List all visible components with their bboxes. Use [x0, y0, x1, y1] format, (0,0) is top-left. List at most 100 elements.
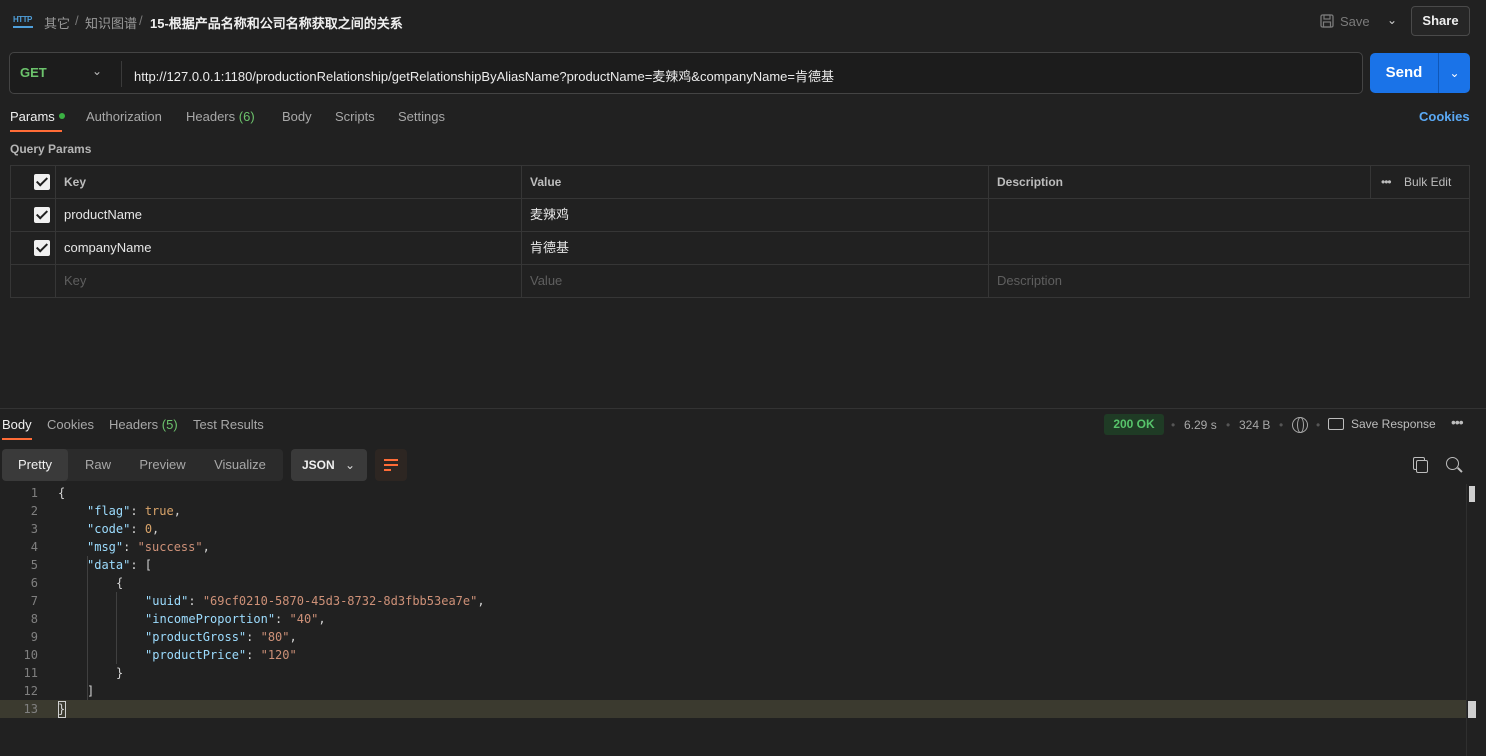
- code-text: "msg": "success",: [87, 540, 210, 554]
- bulk-edit-button[interactable]: ••• Bulk Edit: [1371, 166, 1451, 199]
- code-text: }: [116, 666, 124, 680]
- save-response-icon: [1328, 418, 1344, 430]
- response-divider[interactable]: [0, 408, 1486, 409]
- code-text: "code": 0,: [87, 522, 160, 536]
- url-input[interactable]: http://127.0.0.1:1180/productionRelation…: [134, 66, 834, 85]
- more-options-icon[interactable]: •••: [1451, 414, 1464, 430]
- save-response-label: Save Response: [1351, 417, 1436, 431]
- breadcrumb-separator: /: [139, 13, 143, 28]
- scrollbar-thumb[interactable]: [1469, 486, 1475, 502]
- table-header-row: Key Value Description ••• Bulk Edit: [11, 166, 1469, 199]
- send-button[interactable]: Send: [1370, 53, 1438, 93]
- line-number: 4: [30, 540, 38, 554]
- breadcrumb-item-knowledge-graph[interactable]: 知识图谱: [85, 13, 137, 32]
- code-line: 6{: [0, 574, 1466, 592]
- param-value[interactable]: 肯德基: [521, 232, 569, 265]
- breadcrumb-item-other[interactable]: 其它: [44, 13, 70, 32]
- chevron-down-icon[interactable]: ⌄: [92, 64, 102, 78]
- row-enabled-checkbox[interactable]: [34, 207, 50, 223]
- line-number: 2: [30, 504, 38, 518]
- view-mode-group: Pretty Raw Preview Visualize: [2, 449, 283, 481]
- view-pretty-button[interactable]: Pretty: [2, 449, 68, 481]
- response-tab-headers[interactable]: Headers (5): [109, 417, 178, 432]
- url-divider: [121, 61, 122, 87]
- line-number: 13: [23, 702, 38, 716]
- url-bar: GET ⌄ http://127.0.0.1:1180/productionRe…: [9, 52, 1363, 94]
- response-tab-test-results[interactable]: Test Results: [193, 417, 264, 432]
- tab-headers[interactable]: Headers (6): [186, 109, 255, 124]
- code-line: 4 "msg": "success",: [0, 538, 1466, 556]
- view-raw-button[interactable]: Raw: [68, 449, 128, 481]
- response-body-editor[interactable]: 1{ 2 "flag": true, 3 "code": 0, 4 "msg": "s…: [0, 484, 1486, 756]
- code-line: 8 "incomeProportion": "40",: [0, 610, 1466, 628]
- line-number: 10: [23, 648, 38, 662]
- method-select[interactable]: GET: [20, 65, 120, 83]
- code-text: {: [58, 486, 66, 500]
- code-line: 10 "productPrice": "120": [0, 646, 1466, 664]
- http-icon: HTTP: [13, 12, 33, 28]
- line-number: 1: [30, 486, 38, 500]
- view-preview-button[interactable]: Preview: [128, 449, 197, 481]
- request-name[interactable]: 15-根据产品名称和公司名称获取之间的关系: [150, 13, 403, 32]
- send-options-chevron-icon[interactable]: ⌄: [1438, 53, 1470, 93]
- tab-scripts[interactable]: Scripts: [335, 109, 375, 124]
- row-enabled-checkbox[interactable]: [34, 240, 50, 256]
- response-size[interactable]: 324 B: [1239, 418, 1270, 432]
- param-key[interactable]: productName: [55, 199, 142, 232]
- code-text: "incomeProportion": "40",: [145, 612, 326, 626]
- new-description-input[interactable]: Description: [988, 265, 1062, 298]
- code-text: "data": [: [87, 558, 153, 572]
- response-tab-cookies[interactable]: Cookies: [47, 417, 94, 432]
- new-key-input[interactable]: Key: [55, 265, 86, 298]
- response-time[interactable]: 6.29 s: [1184, 418, 1217, 432]
- column-header-value: Value: [530, 175, 562, 189]
- top-bar: HTTP 其它 / 知识图谱 / 15-根据产品名称和公司名称获取之间的关系 S…: [0, 0, 1486, 42]
- code-line: 1{: [0, 484, 1466, 502]
- tab-authorization[interactable]: Authorization: [86, 109, 162, 124]
- globe-icon[interactable]: [1292, 417, 1308, 433]
- view-visualize-button[interactable]: Visualize: [197, 449, 283, 481]
- select-all-checkbox[interactable]: [34, 174, 50, 190]
- query-params-table: Key Value Description ••• Bulk Edit prod…: [10, 165, 1470, 298]
- copy-icon[interactable]: [1413, 457, 1428, 473]
- chevron-down-icon: ⌄: [344, 458, 355, 472]
- format-label: JSON: [302, 458, 335, 472]
- tab-body[interactable]: Body: [282, 109, 312, 124]
- table-row-new: Key Value Description: [11, 265, 1469, 298]
- search-icon[interactable]: [1446, 457, 1459, 470]
- active-tab-indicator: [2, 438, 32, 440]
- separator-dot: •: [1316, 418, 1321, 432]
- save-button[interactable]: Save: [1320, 10, 1370, 32]
- status-badge[interactable]: 200 OK: [1104, 414, 1164, 435]
- line-number: 5: [30, 558, 38, 572]
- response-headers-count: (5): [161, 417, 178, 432]
- tab-params-label: Params: [10, 109, 55, 124]
- param-description[interactable]: [988, 232, 1468, 265]
- line-number: 7: [30, 594, 38, 608]
- tab-settings[interactable]: Settings: [398, 109, 445, 124]
- cookies-link[interactable]: Cookies: [1419, 109, 1470, 124]
- active-tab-indicator: [10, 130, 62, 132]
- line-number: 6: [30, 576, 38, 590]
- more-options-icon[interactable]: •••: [1371, 175, 1392, 189]
- save-response-button[interactable]: Save Response: [1328, 417, 1436, 431]
- line-number: 8: [30, 612, 38, 626]
- save-options-chevron-icon[interactable]: ⌄: [1382, 9, 1402, 31]
- wrap-lines-icon[interactable]: [375, 449, 407, 481]
- tab-params[interactable]: Params: [10, 109, 65, 124]
- code-text: "productGross": "80",: [145, 630, 297, 644]
- code-line: 12]: [0, 682, 1466, 700]
- code-line: 5 "data": [: [0, 556, 1466, 574]
- bracket-match-cursor: [58, 701, 66, 718]
- response-tab-body[interactable]: Body: [2, 417, 32, 432]
- code-text: "flag": true,: [87, 504, 181, 518]
- share-button[interactable]: Share: [1411, 6, 1470, 36]
- save-icon: [1320, 14, 1334, 28]
- new-value-input[interactable]: Value: [521, 265, 562, 298]
- param-key[interactable]: companyName: [55, 232, 151, 265]
- param-value[interactable]: 麦辣鸡: [521, 199, 569, 232]
- code-text: ]: [87, 684, 95, 698]
- table-row: companyName 肯德基: [11, 232, 1469, 265]
- format-select[interactable]: JSON ⌄: [291, 449, 367, 481]
- param-description[interactable]: [988, 199, 1468, 232]
